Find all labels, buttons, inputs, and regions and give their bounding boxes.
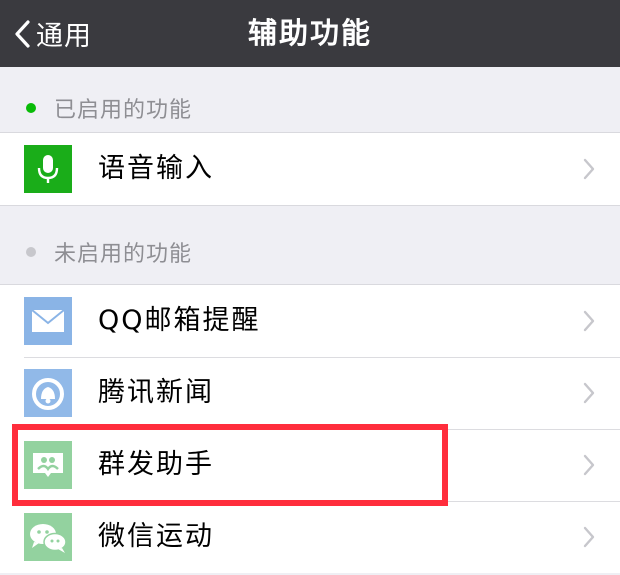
list-item-label: 微信运动 <box>98 521 214 552</box>
tencent-news-icon <box>24 369 72 417</box>
disabled-features-group: QQ邮箱提醒 腾讯新闻 群发助手 微信运动 <box>0 284 620 573</box>
list-item-label: 语音输入 <box>98 153 214 184</box>
chevron-right-icon <box>582 309 596 337</box>
enabled-features-group: 语音输入 <box>0 132 620 206</box>
enabled-status-dot <box>26 103 36 113</box>
list-item-label: QQ邮箱提醒 <box>98 305 261 336</box>
list-item-voice-input[interactable]: 语音输入 <box>0 133 620 205</box>
section-label: 已启用的功能 <box>54 98 193 123</box>
microphone-icon <box>24 145 72 193</box>
page-title: 辅助功能 <box>247 16 372 50</box>
section-header-enabled: 已启用的功能 <box>0 76 620 140</box>
disabled-status-dot <box>26 247 36 257</box>
list-item-tencent-news[interactable]: 腾讯新闻 <box>0 357 620 429</box>
chevron-right-icon <box>582 453 596 481</box>
chevron-right-icon <box>582 381 596 409</box>
section-header-disabled: 未启用的功能 <box>0 220 620 284</box>
section-label: 未启用的功能 <box>54 242 193 267</box>
navigation-bar: 通用 辅助功能 <box>0 0 620 67</box>
list-item-group-message[interactable]: 群发助手 <box>0 429 620 501</box>
chevron-right-icon <box>582 157 596 185</box>
wechat-sport-icon <box>24 513 72 561</box>
list-item-label: 群发助手 <box>98 449 214 480</box>
list-item-qq-mail[interactable]: QQ邮箱提醒 <box>0 285 620 357</box>
chevron-right-icon <box>582 525 596 553</box>
group-message-icon <box>24 441 72 489</box>
list-item-label: 腾讯新闻 <box>98 377 214 408</box>
mail-icon <box>24 297 72 345</box>
list-item-wechat-sport[interactable]: 微信运动 <box>0 501 620 573</box>
